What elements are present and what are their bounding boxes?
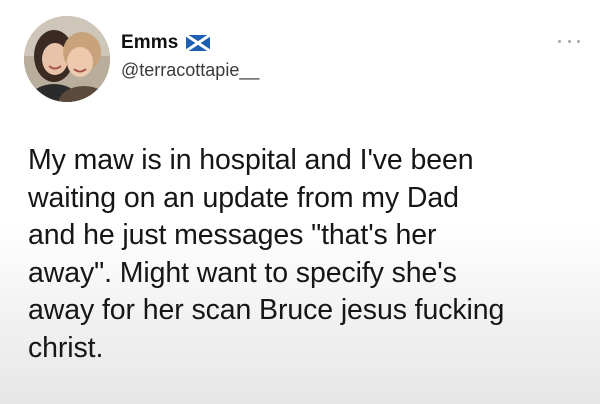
- scotland-flag-icon: [185, 33, 212, 53]
- tweet-text: My maw is in hospital and I've been wait…: [28, 144, 505, 364]
- dot: [577, 39, 580, 43]
- user-info: Emms @terracottapie__: [121, 30, 259, 81]
- avatar[interactable]: [24, 16, 110, 102]
- dot: [567, 39, 571, 43]
- user-handle[interactable]: @terracottapie__: [121, 60, 259, 81]
- more-options-icon[interactable]: [558, 36, 580, 46]
- name-row: Emms: [121, 30, 259, 56]
- avatar-photo: [24, 16, 110, 102]
- dot: [558, 39, 561, 43]
- display-name[interactable]: Emms: [121, 32, 178, 54]
- tweet-card: Emms @terracottapie__ My maw is in hospi…: [0, 0, 600, 404]
